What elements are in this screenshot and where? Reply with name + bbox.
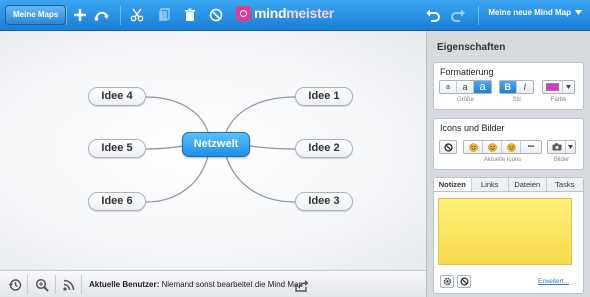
mind-map-canvas[interactable]: Idee 4 Idee 5 Idee 6 Idee 1 Idee 2 Idee … [0, 31, 426, 270]
toolbar-divider [120, 6, 121, 25]
users-label: Aktuelle Benutzer: [89, 280, 160, 289]
statusbar-divider [81, 275, 82, 294]
users-text: Niemand sonst bearbeitet die Mind Map [161, 280, 303, 289]
cut-icon[interactable] [128, 6, 146, 24]
no-entry-icon [460, 277, 468, 286]
idea-node[interactable]: Idee 3 [295, 192, 353, 211]
gear-icon [443, 277, 451, 286]
idea-node[interactable]: Idee 4 [88, 87, 146, 106]
logo-suffix: meister [286, 5, 334, 21]
formatting-title: Formatierung [440, 67, 494, 77]
delete-icon[interactable] [181, 6, 199, 24]
logo-mark-icon [236, 5, 251, 21]
map-title: Meine neue Mind Map [488, 8, 571, 17]
current-icons-caption: Aktuelle Icons [483, 157, 522, 163]
properties-panel: Eigenschaften Formatierung a a a B I Grö… [426, 31, 590, 297]
smiley-icon[interactable] [464, 141, 483, 153]
settings-button[interactable] [440, 275, 454, 288]
idea-node[interactable]: Idee 5 [88, 139, 146, 158]
mindmeister-logo: mindmeister [236, 5, 334, 21]
toolbar: Meine Maps mindmeister Meine neue Mind M… [0, 0, 590, 31]
color-swatch [546, 83, 559, 91]
smiley-icon[interactable] [502, 141, 521, 153]
history-icon[interactable] [7, 277, 23, 293]
remove-icon-button[interactable] [439, 140, 457, 154]
no-entry-icon[interactable] [207, 6, 225, 24]
smiley-icon[interactable] [483, 141, 502, 153]
icons-box: Icons und Bilder ••• Aktuelle Icons Bild… [433, 118, 584, 170]
statusbar-divider [55, 275, 56, 294]
chevron-down-icon [575, 8, 582, 17]
tab-notes[interactable]: Notizen [434, 178, 472, 191]
add-idea-icon[interactable] [71, 6, 89, 24]
notes-box: Notizen Links Dateien Tasks Erweitert... [433, 177, 584, 294]
statusbar-divider [27, 275, 28, 294]
no-entry-icon [440, 141, 456, 153]
idea-node[interactable]: Idee 6 [88, 192, 146, 211]
current-icons: ••• [463, 140, 542, 154]
central-topic[interactable]: Netzwelt [182, 132, 250, 157]
panel-title: Eigenschaften [437, 42, 506, 53]
color-caption: Farbe [550, 97, 567, 103]
my-maps-button[interactable]: Meine Maps [5, 5, 67, 25]
current-users: Aktuelle Benutzer: Niemand sonst bearbei… [89, 280, 303, 289]
undo-icon[interactable] [423, 6, 441, 24]
tab-links[interactable]: Links [471, 178, 509, 191]
note-textarea[interactable] [438, 198, 572, 265]
notes-tabs: Notizen Links Dateien Tasks [434, 178, 583, 192]
chevron-down-icon [563, 81, 574, 93]
size-caption: Größe [456, 97, 474, 103]
tab-files[interactable]: Dateien [509, 178, 547, 191]
font-size-large[interactable]: a [474, 81, 491, 93]
idea-node[interactable]: Idee 2 [295, 139, 353, 158]
formatting-box: Formatierung a a a B I Größe Stil Farbe [433, 62, 584, 110]
chevron-down-icon [566, 141, 575, 153]
redo-icon[interactable] [449, 6, 467, 24]
color-picker[interactable] [542, 80, 575, 94]
share-icon[interactable] [294, 277, 310, 293]
camera-icon [548, 141, 566, 153]
font-size-medium[interactable]: a [457, 81, 474, 93]
connect-icon[interactable] [93, 6, 111, 24]
bold-button[interactable]: B [500, 81, 517, 93]
zoom-icon[interactable] [34, 277, 50, 293]
image-picker[interactable] [547, 140, 576, 154]
icons-title: Icons und Bilder [440, 123, 505, 133]
copy-icon[interactable] [155, 6, 173, 24]
toolbar-divider [66, 6, 67, 25]
clear-note-button[interactable] [457, 275, 471, 288]
font-style-selector: B I [499, 80, 534, 94]
style-caption: Stil [512, 97, 521, 103]
idea-node[interactable]: Idee 1 [295, 87, 353, 106]
images-caption: Bilder [553, 157, 570, 163]
tab-tasks[interactable]: Tasks [546, 178, 583, 191]
italic-button[interactable]: I [517, 81, 533, 93]
rss-icon[interactable] [61, 277, 77, 293]
more-icons-button[interactable]: ••• [521, 141, 541, 153]
font-size-selector: a a a [439, 80, 492, 94]
toolbar-divider [478, 6, 479, 25]
font-size-small[interactable]: a [440, 81, 457, 93]
logo-prefix: mind [254, 5, 287, 21]
status-bar: Aktuelle Benutzer: Niemand sonst bearbei… [0, 270, 426, 297]
extended-link[interactable]: Erweitert... [538, 278, 569, 285]
map-menu[interactable]: Meine neue Mind Map [488, 8, 582, 17]
